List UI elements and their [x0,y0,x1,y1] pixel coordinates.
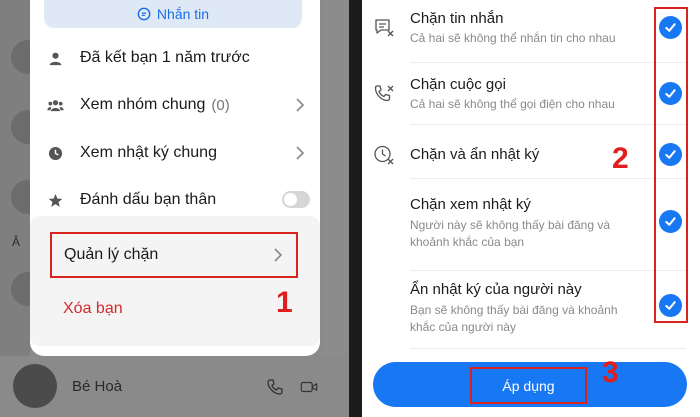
person-icon [46,49,64,67]
step-number-1: 1 [276,286,293,319]
block-management-button[interactable]: Quản lý chặn [50,232,298,278]
contact-name: Bé Hoà [72,378,123,395]
panel-divider [349,0,362,417]
option-title: Ẩn nhật ký của người này [410,281,582,298]
divider [410,348,686,349]
divider [410,124,686,125]
clock-icon [46,144,64,162]
background-section-letter: Â [12,235,21,249]
menu-item-common-diary[interactable]: Xem nhật ký chung [46,133,308,173]
best-friend-toggle[interactable] [282,191,310,208]
divider [410,178,686,179]
option-description: Bạn sẽ không thấy bài đăng và khoảnh khắ… [410,303,618,334]
step-number-3: 3 [602,356,619,389]
checkbox-highlight-box [654,7,688,323]
background-edge [322,0,349,417]
group-count: (0) [211,96,230,114]
option-title: Chặn tin nhắn [410,10,504,27]
left-panel: Â Nhắn tin Đã kết bạn 1 năm trước Xem nh… [0,0,349,417]
clock-block-icon [374,145,394,165]
chevron-right-icon [274,248,283,262]
phone-block-icon [374,85,394,102]
divider [410,62,686,63]
chevron-right-icon [296,98,305,112]
divider [410,270,686,271]
menu-item-label: Đã kết bạn 1 năm trước [80,49,250,66]
chat-bubble-icon [137,7,151,21]
option-description: Cả hai sẽ không thể gọi điện cho nhau [410,97,615,111]
block-settings-panel: Chặn tin nhắn Cả hai sẽ không thể nhắn t… [362,0,700,417]
message-button-label: Nhắn tin [156,6,210,22]
video-call-icon [300,381,318,393]
apply-button-highlight[interactable]: Áp dụng [470,367,587,404]
delete-friend-button[interactable]: Xóa bạn [63,300,123,318]
message-block-icon [375,19,394,37]
menu-item-label: Đánh dấu bạn thân [80,191,217,208]
option-title: Chặn cuộc gọi [410,76,506,93]
menu-item-label: Xem nhật ký chung [80,144,217,161]
block-management-label: Quản lý chặn [64,246,159,263]
menu-item-best-friend: Đánh dấu bạn thân [46,180,310,220]
chevron-right-icon [296,146,305,160]
menu-item-common-groups[interactable]: Xem nhóm chung (0) [46,85,308,125]
phone-icon [267,379,283,395]
message-button[interactable]: Nhắn tin [44,0,302,28]
option-title: Chặn xem nhật ký [410,196,531,213]
apply-button-label: Áp dụng [502,377,555,394]
option-description: Cả hai sẽ không thể nhắn tin cho nhau [410,31,616,45]
background-contact-row: Bé Hoà [0,356,349,417]
toggle-knob [284,193,297,206]
menu-item-friends-since: Đã kết bạn 1 năm trước [46,38,308,78]
option-description: Người này sẽ không thấy bài đăng và khoả… [410,218,611,249]
contact-avatar [13,364,57,408]
step-number-2: 2 [612,142,629,175]
menu-item-label: Xem nhóm chung [80,96,206,113]
option-title: Chặn và ẩn nhật ký [410,146,540,163]
star-icon [46,191,64,209]
group-icon [46,96,64,114]
